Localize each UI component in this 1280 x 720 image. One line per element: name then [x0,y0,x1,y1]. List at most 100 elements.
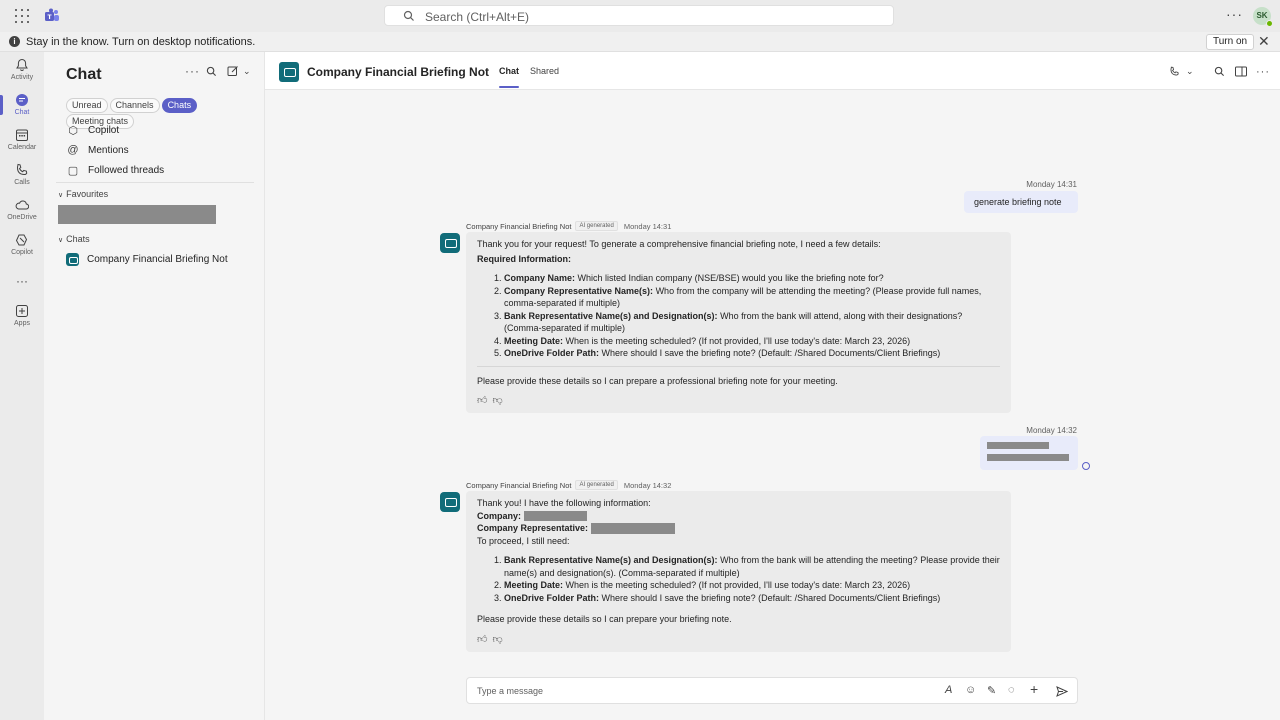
phone-icon [16,163,28,176]
at-icon: @ [67,144,79,156]
redacted-representative [590,523,675,535]
chevron-down-icon: ∨ [58,192,64,199]
bot-message-bubble[interactable]: Thank you for your request! To generate … [466,232,1011,413]
emoji-icon[interactable]: ☺ [965,684,976,696]
reactions: 👍︎ 👎︎ [477,395,1000,407]
list-item: Meeting Date: When is the meeting schedu… [504,579,1000,592]
rail-activity[interactable]: Activity [0,58,44,81]
search-placeholder: Search (Ctrl+Alt+E) [425,10,530,24]
quick-link-mentions[interactable]: @ Mentions [66,141,128,159]
more-options-icon[interactable]: ··· [1226,6,1243,22]
chat-icon [16,94,28,106]
search-icon [403,10,414,21]
still-needed-list: Bank Representative Name(s) and Designat… [504,554,1000,604]
message-composer[interactable]: Type a message A ☺ ✎ ◌ + [466,677,1078,704]
item-label: Bank Representative Name(s) and Designat… [504,555,718,565]
followed-threads-icon: ▢ [67,164,79,177]
quick-link-followed-threads[interactable]: ▢ Followed threads [66,161,164,179]
chat-list-title: Chat [66,66,102,83]
section-label: Favourites [66,189,109,199]
redacted-favourite-item[interactable] [58,205,216,224]
bot-message-bubble[interactable]: Thank you! I have the following informat… [466,491,1011,652]
app-launcher-icon[interactable] [15,9,29,23]
new-chat-icon[interactable] [227,65,239,77]
bell-icon [16,58,28,72]
list-item: Bank Representative Name(s) and Designat… [504,554,1000,579]
search-box[interactable]: Search (Ctrl+Alt+E) [384,5,894,26]
rail-calls[interactable]: Calls [0,163,44,186]
rail-apps[interactable]: Apps [0,304,44,327]
close-icon[interactable]: ✕ [1258,33,1270,50]
title-bar: T Search (Ctrl+Alt+E) ··· SK [0,0,1280,32]
open-side-panel-icon[interactable] [1235,66,1247,77]
message-timestamp: Monday 14:32 [1026,426,1077,435]
rail-label: Activity [10,74,34,81]
item-label: Company Representative Name(s): [504,285,654,296]
rail-copilot[interactable]: Copilot [0,233,44,256]
message-timestamp: Monday 14:32 [623,480,672,490]
item-label: Meeting Date: [504,580,564,590]
item-text: Which listed Indian company (NSE/BSE) wo… [577,273,884,283]
list-item: Meeting Date: When is the meeting schedu… [504,335,1000,348]
search-in-chat-icon[interactable] [1214,66,1225,77]
notification-text: Stay in the know. Turn on desktop notifi… [26,36,256,48]
thumbs-up-icon[interactable]: 👍︎ [477,634,487,645]
copilot-icon [15,234,28,246]
filter-unread[interactable]: Unread [66,98,108,113]
format-icon[interactable]: A [945,684,952,696]
thumbs-up-icon[interactable]: 👍︎ [477,395,487,406]
rail-label: Chat [14,109,30,116]
loop-compose-icon[interactable]: ✎ [987,684,996,697]
bot-intro: Thank you! I have the following informat… [477,498,651,508]
company-label: Company: [477,510,522,521]
rail-calendar[interactable]: Calendar [0,128,44,151]
send-icon[interactable] [1056,686,1068,697]
bot-message-meta: Company Financial Briefing Not AI genera… [466,480,671,490]
rail-chat[interactable]: Chat [0,93,44,116]
item-text: When is the meeting scheduled? (If not p… [565,335,911,346]
rail-label: Calendar [7,144,37,151]
section-chats[interactable]: ∨ Chats [58,234,90,244]
user-message-bubble[interactable]: generate briefing note [964,191,1078,213]
info-icon: i [9,36,20,47]
ai-generated-badge: AI generated [575,221,618,231]
filter-chats[interactable]: Chats [161,98,198,113]
bot-icon [66,253,79,266]
message-timestamp: Monday 14:31 [623,221,672,231]
rail-more[interactable]: ··· [0,274,44,288]
quick-link-copilot[interactable]: ⬡ Copilot [66,121,119,139]
user-message-bubble-redacted[interactable] [980,436,1078,470]
rail-label: Copilot [11,249,33,256]
tab-chat[interactable]: Chat [499,66,519,88]
tab-shared[interactable]: Shared [530,66,559,76]
filter-search-icon[interactable] [206,66,217,77]
chevron-down-icon[interactable]: ⌄ [243,66,251,77]
call-icon[interactable] [1169,66,1180,77]
rail-onedrive[interactable]: OneDrive [0,198,44,221]
attach-plus-icon[interactable]: + [1030,681,1038,697]
more-options-icon[interactable]: ··· [1256,66,1270,78]
thumbs-down-icon[interactable]: 👎︎ [492,634,502,645]
notification-banner: i Stay in the know. Turn on desktop noti… [0,32,1280,52]
chevron-down-icon[interactable]: ⌄ [1186,66,1194,77]
item-text: When is the meeting scheduled? (If not p… [565,580,911,590]
turn-on-notifications-button[interactable]: Turn on [1206,34,1255,50]
bot-closing: Please provide these details so I can pr… [477,614,732,624]
redacted-text [987,442,1049,449]
cloud-icon [15,200,29,210]
thumbs-down-icon[interactable]: 👎︎ [492,395,502,406]
chat-bubble-icon[interactable]: ◌ [1008,684,1015,696]
bot-sender-name: Company Financial Briefing Not [466,480,572,490]
chat-list-item[interactable]: Company Financial Briefing Not [66,253,228,266]
section-favourites[interactable]: ∨ Favourites [58,189,108,199]
user-avatar[interactable]: SK [1253,7,1273,27]
rep-label: Company Representative: [477,523,589,533]
chat-item-label: Company Financial Briefing Not [87,254,228,265]
chat-list-pane: Chat ··· ⌄ Unread Channels ChatsMeeting ch… [44,52,265,720]
filter-channels[interactable]: Channels [109,98,160,113]
bot-message-meta: Company Financial Briefing Not AI genera… [466,221,671,231]
ai-generated-badge: AI generated [575,480,618,490]
bot-intro: Thank you for your request! To generate … [477,239,881,249]
chat-list-more-icon[interactable]: ··· [185,64,200,78]
redacted-text [987,454,1069,461]
